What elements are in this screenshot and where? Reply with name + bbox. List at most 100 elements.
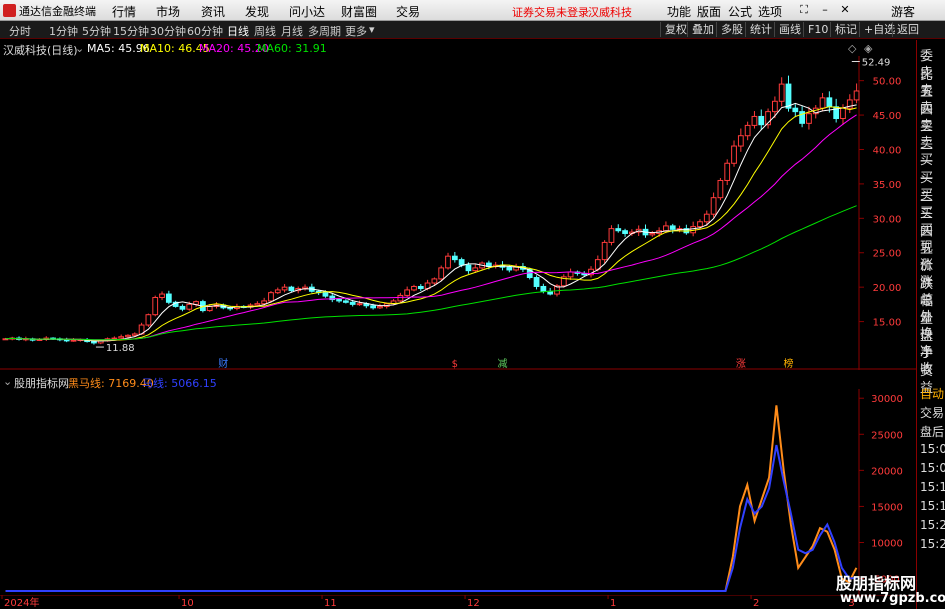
period-intraday[interactable]: 分时 xyxy=(9,23,31,39)
side-sub-label: 交易 xyxy=(920,406,945,420)
candle-body xyxy=(254,303,261,306)
back-button[interactable]: 返回 xyxy=(892,22,923,37)
period-multi[interactable]: 多周期 xyxy=(308,23,341,39)
guest-login[interactable]: 游客 xyxy=(891,3,915,20)
indicator-toggle-icon[interactable]: ⌄ xyxy=(3,375,12,388)
menu-trade[interactable]: 交易 xyxy=(396,3,420,20)
statistics-button[interactable]: 统计 xyxy=(745,22,776,37)
candle-body xyxy=(840,107,846,120)
fullscreen-icon[interactable]: ⛶ xyxy=(797,3,811,17)
candle-body xyxy=(370,305,377,309)
candle-body xyxy=(806,113,812,124)
candle-body xyxy=(465,264,472,272)
candle-body xyxy=(397,294,404,302)
candle-body xyxy=(669,225,676,230)
period-weekly[interactable]: 周线 xyxy=(254,23,276,39)
side-sub-label[interactable]: 自动 xyxy=(920,385,944,402)
period-daily[interactable]: 日线 xyxy=(227,23,249,39)
candle-body xyxy=(336,299,342,302)
app-logo-icon xyxy=(3,4,16,17)
collapse-icon[interactable]: ⌄ xyxy=(75,42,84,55)
candle-body xyxy=(458,259,465,266)
menu-options[interactable]: 选项 xyxy=(758,3,782,20)
side-sub-label: 15:2 xyxy=(920,537,945,551)
candle-body xyxy=(118,336,125,339)
period-more[interactable]: 更多 xyxy=(345,23,367,39)
candle-body xyxy=(152,296,159,316)
candle-body xyxy=(771,100,778,113)
main-chart-header: 汉威科技(日线) ⌄ MA5: 45.96 MA10: 46.45 MA20: … xyxy=(0,40,915,57)
menu-formula[interactable]: 公式 xyxy=(728,3,752,20)
y-tick-label: 40.00 xyxy=(873,145,902,156)
period-30min[interactable]: 30分钟 xyxy=(150,23,186,39)
candle-body xyxy=(322,292,329,297)
y-tick-label: 50.00 xyxy=(873,77,902,88)
event-marker[interactable]: 减 xyxy=(498,358,508,370)
indicator-chart[interactable]: 30000250002000015000100005000 xyxy=(0,389,916,595)
ma20-line xyxy=(5,114,857,341)
y-tick-label: 20.00 xyxy=(873,283,902,294)
menu-ask[interactable]: 问小达 xyxy=(289,3,325,20)
price-chart[interactable]: 50.00 45.00 40.00 35.00 30.00 25.00 20.00 15.00… xyxy=(0,56,916,370)
chevron-down-icon[interactable]: ▾ xyxy=(369,23,375,36)
candle-body xyxy=(281,286,288,291)
close-icon[interactable]: ✕ xyxy=(838,3,852,17)
menu-market-quotes[interactable]: 行情 xyxy=(112,3,136,20)
candle-body xyxy=(567,271,574,278)
event-marker[interactable]: $ xyxy=(452,359,458,370)
candle-body xyxy=(165,293,172,303)
mark-button[interactable]: 标记 xyxy=(830,22,861,37)
candle-body xyxy=(438,267,445,280)
event-marker[interactable]: 财 xyxy=(218,357,228,370)
price-annotation: 11.88 xyxy=(106,343,135,354)
current-stock-name: 汉威科技 xyxy=(588,6,632,19)
candle-body xyxy=(853,90,860,101)
menu-news[interactable]: 资讯 xyxy=(201,3,225,20)
y-tick-label: 25.00 xyxy=(873,249,902,260)
indicator-header: ⌄ 股朋指标网 黑马线: 7169.40 马线: 5066.15 xyxy=(0,373,915,390)
x-tick-label: 12 xyxy=(467,598,480,609)
period-5min[interactable]: 5分钟 xyxy=(82,23,111,39)
candle-body xyxy=(826,97,833,108)
candle-body xyxy=(533,277,540,287)
candle-body xyxy=(125,334,131,338)
indicator-y-tick: 10000 xyxy=(871,539,903,550)
side-sub-label: 15:2 xyxy=(920,518,945,532)
date-axis: 2024年 10 11 12 1 2 3 xyxy=(0,595,916,609)
period-60min[interactable]: 60分钟 xyxy=(187,23,223,39)
menu-bar: 通达信金融终端 行情 市场 资讯 发现 问小达 财富圈 交易 证券交易未登录 汉… xyxy=(0,0,945,21)
draw-line-button[interactable]: 画线 xyxy=(774,22,805,37)
side-sub-label: 15:00 xyxy=(920,442,945,456)
f10-button[interactable]: F10 xyxy=(803,22,832,37)
candle-body xyxy=(356,303,363,306)
event-marker[interactable]: 榜 xyxy=(784,357,794,370)
multi-stock-button[interactable]: 多股 xyxy=(716,22,747,37)
candle-body xyxy=(159,293,165,298)
candle-body xyxy=(274,289,281,294)
candle-body xyxy=(145,314,152,326)
event-marker[interactable]: 涨 xyxy=(736,358,746,370)
period-monthly[interactable]: 月线 xyxy=(281,23,303,39)
price-annotation: 52.49 xyxy=(862,58,891,69)
login-notice[interactable]: 证券交易未登录 xyxy=(512,4,589,20)
ma10-line xyxy=(5,106,857,341)
candle-body xyxy=(472,267,479,272)
menu-layout[interactable]: 版面 xyxy=(697,3,721,20)
settings-icon[interactable]: ◈ xyxy=(864,42,872,55)
menu-function[interactable]: 功能 xyxy=(667,3,691,20)
candle-body xyxy=(724,162,731,181)
x-tick-label: 11 xyxy=(324,598,337,609)
candle-body xyxy=(445,255,451,269)
menu-market[interactable]: 市场 xyxy=(156,3,180,20)
minimize-icon[interactable]: – xyxy=(818,3,832,17)
menu-discover[interactable]: 发现 xyxy=(245,3,269,20)
overlay-button[interactable]: 叠加 xyxy=(687,22,718,37)
menu-wealth[interactable]: 财富圈 xyxy=(341,3,377,20)
indicator-y-tick: 30000 xyxy=(871,394,903,405)
candle-body xyxy=(179,305,186,310)
candle-body xyxy=(649,232,656,236)
diamond-icon[interactable]: ◇ xyxy=(848,42,856,55)
period-15min[interactable]: 15分钟 xyxy=(113,23,149,39)
candle-body xyxy=(663,225,669,232)
period-1min[interactable]: 1分钟 xyxy=(49,23,78,39)
